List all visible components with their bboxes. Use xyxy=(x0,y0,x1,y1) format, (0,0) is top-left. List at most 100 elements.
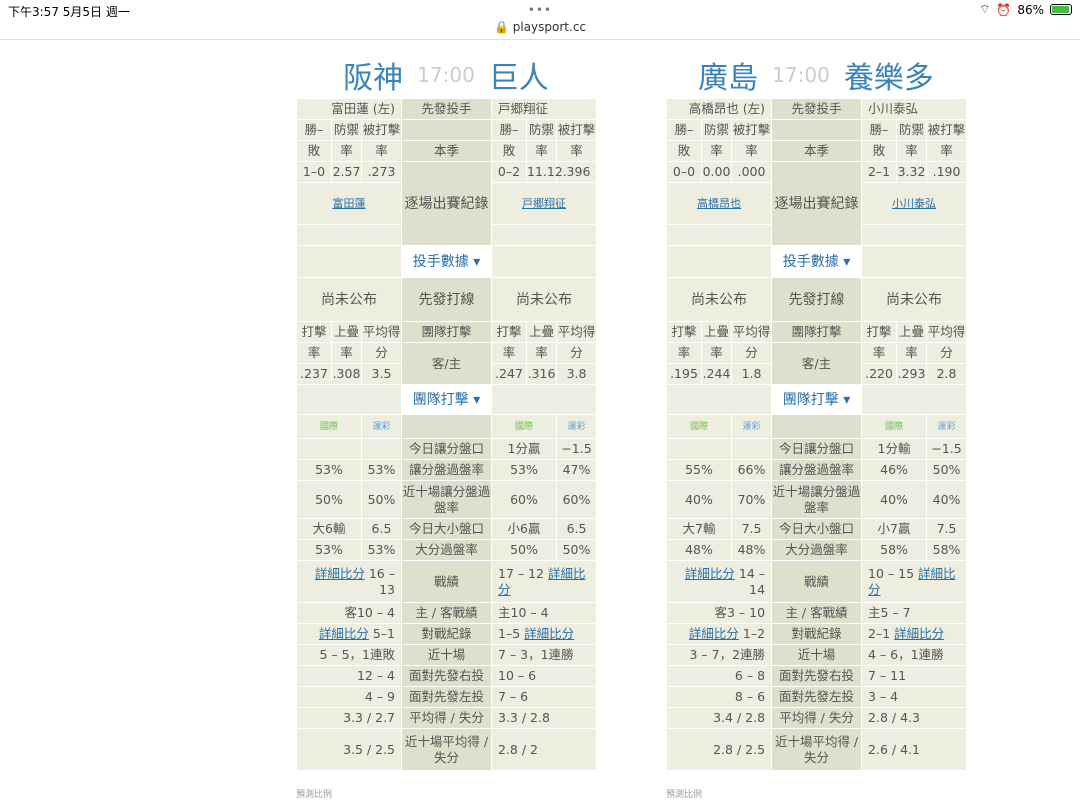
home-lineup: 尚未公布 xyxy=(490,277,598,322)
home-odds-value: 7.5 xyxy=(926,518,968,540)
stat-header: 分 xyxy=(555,342,598,364)
stat-header: 防禦 xyxy=(526,119,557,141)
stat-header: 平均得 xyxy=(361,321,402,343)
away-odds-value: 大7輸 xyxy=(666,518,732,540)
stat-header: 分 xyxy=(926,342,968,364)
home-pitcher: 小川泰弘 xyxy=(861,98,968,120)
more-dots-icon[interactable]: ••• xyxy=(0,3,1080,17)
stat-header: 率 xyxy=(526,140,557,162)
detail-score-link[interactable]: 詳細比分 xyxy=(894,626,944,641)
stat-header: 敗 xyxy=(491,140,527,162)
away-pitcher-log: 高橋昂也 xyxy=(665,182,773,225)
record-label: 面對先發右投 xyxy=(771,665,863,687)
away-team-link[interactable]: 阪神 xyxy=(343,53,403,97)
home-record-value: 10 – 15 xyxy=(868,565,915,581)
home-pitcher-log-link[interactable]: 戸郷翔征 xyxy=(522,197,566,210)
stat-header: 上疊 xyxy=(896,321,928,343)
url-bar[interactable]: ••• 🔒 playsport.cc xyxy=(0,3,1080,40)
home-record: 3.3 / 2.8 xyxy=(490,707,598,729)
away-pitcher-stat: 1–0 xyxy=(296,161,332,183)
stat-header: 被打擊 xyxy=(926,119,968,141)
stat-header: 率 xyxy=(361,140,402,162)
home-odds-value: 1分贏 xyxy=(491,438,557,460)
detail-score-link[interactable]: 詳細比分 xyxy=(524,626,574,641)
away-team-link[interactable]: 廣島 xyxy=(698,53,758,97)
odds-label: 大分過盤率 xyxy=(771,539,863,561)
away-odds-value xyxy=(666,438,732,460)
away-pitcher: 富田蓮 (左) xyxy=(296,98,402,120)
matchup-header: 廣島 17:00 養樂多 xyxy=(666,52,966,98)
away-record-value: 14 – 14 xyxy=(738,565,766,597)
blank xyxy=(490,224,598,246)
record-label: 近十場 xyxy=(401,644,492,666)
away-batting-stat: .237 xyxy=(296,363,332,385)
home-record: 主5 – 7 xyxy=(861,602,968,624)
stat-header: 率 xyxy=(331,342,362,364)
stat-header: 勝– xyxy=(491,119,527,141)
away-odds-value: 6.5 xyxy=(361,518,402,540)
pitcher-stats-dropdown[interactable]: 投手數據 ▾ xyxy=(401,245,492,278)
blank xyxy=(861,245,968,278)
home-record: 17 – 12 詳細比分 xyxy=(490,560,598,603)
away-odds-value: 53% xyxy=(296,539,362,561)
blank xyxy=(490,245,598,278)
record-label: 近十場 xyxy=(771,644,863,666)
home-pitcher-stat: 2–1 xyxy=(861,161,898,183)
home-odds-value: 50% xyxy=(555,539,598,561)
odds-label: 近十場讓分盤過盤率 xyxy=(401,480,492,519)
stat-header: 率 xyxy=(491,342,527,364)
odds-label: 今日大小盤口 xyxy=(771,518,863,540)
blank xyxy=(296,245,402,278)
matchup-table: 高橋昂也 (左) 先發投手 小川泰弘 勝– 防禦 被打擊 勝– 防禦 被打擊 敗率率本季敗率率… xyxy=(665,98,968,771)
away-record: 客10 – 4 xyxy=(296,602,402,624)
stat-header: 分 xyxy=(361,342,402,364)
home-team-link[interactable]: 養樂多 xyxy=(844,53,934,97)
stat-header: 打擊 xyxy=(296,321,332,343)
blank xyxy=(861,384,968,415)
record-label: 面對先發左投 xyxy=(401,686,492,708)
away-pitcher-stat: 0.00 xyxy=(701,161,732,183)
blank xyxy=(490,384,598,415)
record-label: 戰績 xyxy=(401,560,492,603)
home-record: 2.6 / 4.1 xyxy=(861,728,968,771)
home-batting-stat: .220 xyxy=(861,363,898,385)
team-batting-dropdown[interactable]: 團隊打擊 ▾ xyxy=(401,384,492,415)
record-label: 近十場平均得 / 失分 xyxy=(771,728,863,771)
away-odds-value: 48% xyxy=(666,539,732,561)
home-batting-stat: 3.8 xyxy=(555,363,598,385)
away-odds-value xyxy=(361,438,402,460)
away-pitcher-log-link[interactable]: 富田蓮 xyxy=(333,197,366,210)
record-label: 對戰紀錄 xyxy=(771,623,863,645)
home-record: 7 – 11 xyxy=(861,665,968,687)
home-pitcher-log-link[interactable]: 小川泰弘 xyxy=(892,197,936,210)
detail-score-link[interactable]: 詳細比分 xyxy=(319,626,369,641)
stat-header: 平均得 xyxy=(555,321,598,343)
blank xyxy=(401,119,492,141)
team-batting-label: 團隊打擊 xyxy=(401,321,492,343)
stat-header: 打擊 xyxy=(861,321,898,343)
home-team-link[interactable]: 巨人 xyxy=(489,53,549,97)
record-label: 主 / 客戰績 xyxy=(771,602,863,624)
detail-score-link[interactable]: 詳細比分 xyxy=(689,626,739,641)
stat-header: 防禦 xyxy=(896,119,928,141)
away-record: 12 – 4 xyxy=(296,665,402,687)
home-record: 10 – 6 xyxy=(490,665,598,687)
stat-header: 率 xyxy=(861,342,898,364)
url-text: playsport.cc xyxy=(512,20,587,34)
prediction-ratio-label: 預測比例 xyxy=(296,790,333,800)
away-pitcher-log-link[interactable]: 高橋昂也 xyxy=(697,197,741,210)
pitcher-stats-dropdown[interactable]: 投手數據 ▾ xyxy=(771,245,863,278)
blank xyxy=(665,384,773,415)
stat-header: 率 xyxy=(701,140,732,162)
home-odds-value: 小6贏 xyxy=(491,518,557,540)
detail-score-link[interactable]: 詳細比分 xyxy=(315,566,365,581)
record-label: 對戰紀錄 xyxy=(401,623,492,645)
detail-score-link[interactable]: 詳細比分 xyxy=(685,566,735,581)
away-pitcher-stat: 0–0 xyxy=(666,161,702,183)
home-record: 2.8 / 4.3 xyxy=(861,707,968,729)
stat-header: 上疊 xyxy=(526,321,557,343)
team-batting-dropdown[interactable]: 團隊打擊 ▾ xyxy=(771,384,863,415)
away-odds-value: 大6輸 xyxy=(296,518,362,540)
home-pitcher-stat: .190 xyxy=(926,161,968,183)
stat-header: 被打擊 xyxy=(730,119,773,141)
